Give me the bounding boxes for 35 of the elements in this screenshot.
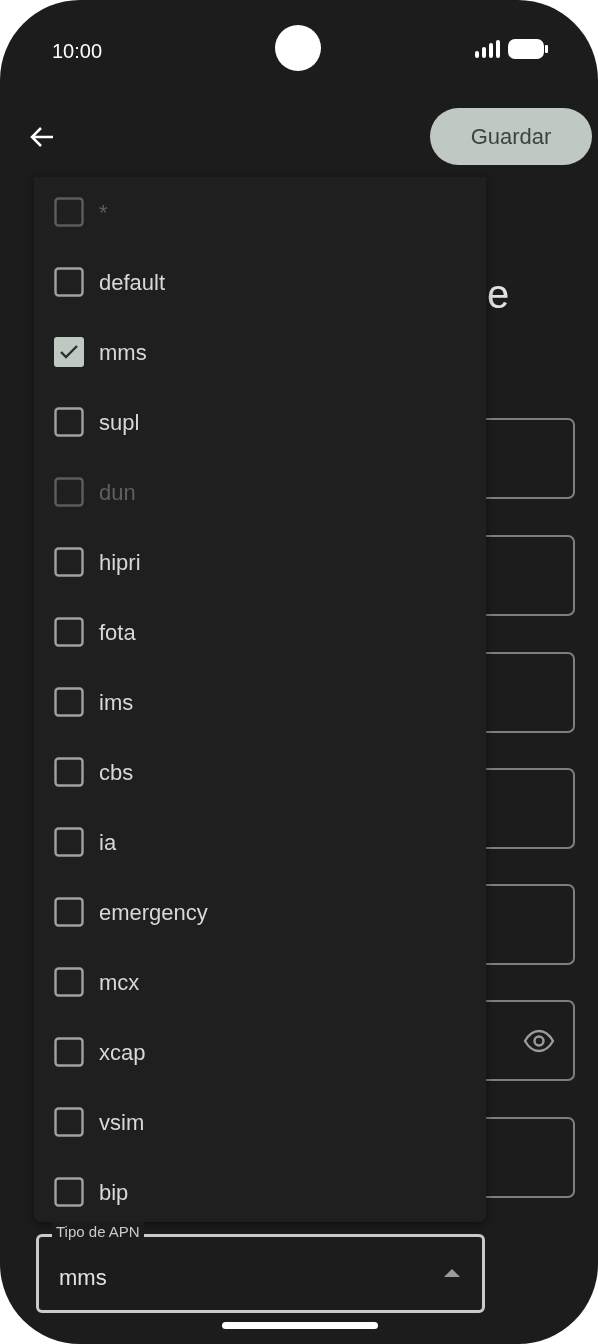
status-time: 10:00 [52, 39, 103, 64]
menu-item[interactable]: emergency [34, 877, 486, 947]
menu-item[interactable]: bip [34, 1157, 486, 1222]
menu-item[interactable]: cbs [34, 737, 486, 807]
checkbox[interactable] [54, 967, 84, 997]
checkbox[interactable] [54, 267, 84, 297]
checkbox[interactable] [54, 407, 84, 437]
menu-item[interactable]: xcap [34, 1017, 486, 1087]
checkbox[interactable] [54, 1107, 84, 1137]
checkbox[interactable] [54, 337, 84, 367]
checkbox[interactable] [54, 617, 84, 647]
page-title: e [487, 271, 510, 318]
menu-item[interactable]: default [34, 247, 486, 317]
battery-icon [508, 39, 548, 59]
checkbox[interactable] [54, 897, 84, 927]
eye-icon[interactable] [523, 1029, 555, 1053]
camera-cutout [275, 25, 321, 71]
menu-item[interactable]: ims [34, 667, 486, 737]
save-button[interactable]: Guardar [430, 108, 592, 165]
checkbox[interactable] [54, 757, 84, 787]
back-arrow-icon[interactable] [29, 125, 55, 149]
menu-item[interactable]: fota [34, 597, 486, 667]
checkbox[interactable] [54, 1037, 84, 1067]
checkbox[interactable] [54, 547, 84, 577]
menu-item[interactable]: vsim [34, 1087, 486, 1157]
menu-item[interactable]: mms [34, 317, 486, 387]
field-value: mms [59, 1264, 107, 1292]
checkbox[interactable] [54, 687, 84, 717]
checkbox[interactable] [54, 1177, 84, 1207]
menu-item[interactable]: mcx [34, 947, 486, 1017]
checkbox[interactable] [54, 827, 84, 857]
menu-item[interactable]: supl [34, 387, 486, 457]
menu-item[interactable]: hipri [34, 527, 486, 597]
menu-item[interactable]: ia [34, 807, 486, 877]
signal-icon [475, 40, 501, 58]
